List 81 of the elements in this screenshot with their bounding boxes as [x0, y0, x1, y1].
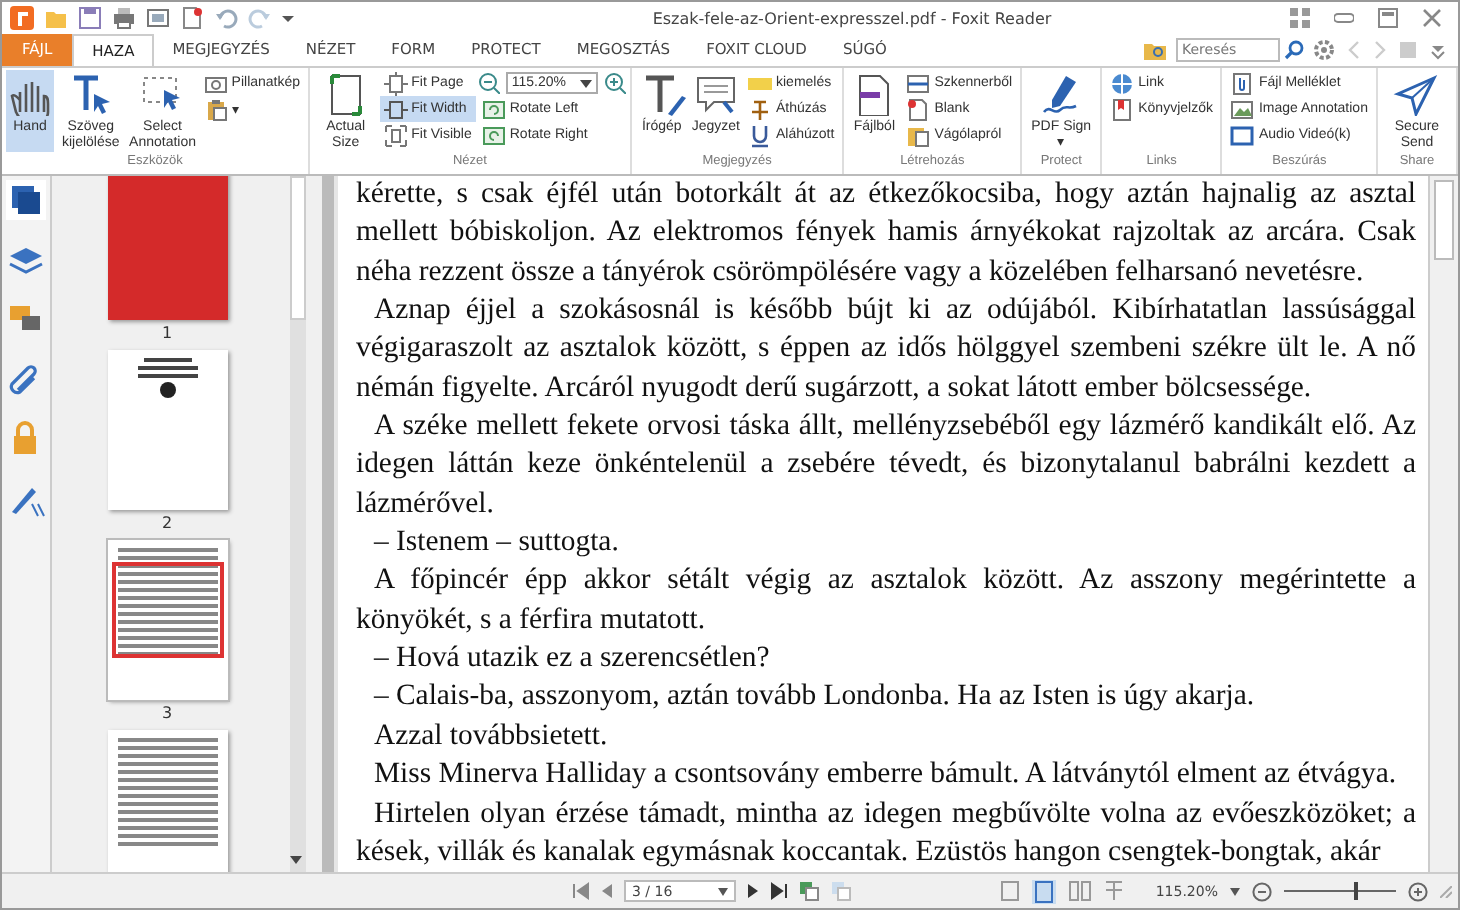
dropdown-caret-icon: [579, 77, 592, 89]
page-number: 2: [161, 514, 173, 532]
clipboard-icon: [203, 97, 228, 121]
text-line: idegen láttán keze önkéntelenül a zsebére tévedt, és bizonytalanul babrálni kezdett a: [356, 446, 1416, 485]
window-icon[interactable]: [146, 6, 170, 30]
facing-pages-icon[interactable]: [1067, 880, 1092, 902]
underline-icon: [748, 123, 772, 147]
text-line: kérette, s csak éjfél után botorkált át az étkezőkocsiba, hogy aztán hajnalig az asztal: [356, 176, 1416, 214]
page-number: 3: [161, 704, 173, 722]
rotate-left-icon: [481, 97, 506, 121]
page-thumbnail[interactable]: [107, 540, 227, 700]
fit-width-icon: [383, 97, 408, 121]
note-icon: [691, 72, 740, 116]
page-thumbnail[interactable]: [107, 350, 227, 510]
text-line: Hirtelen olyan érzése támadt, mintha az idegen megbűvölte volna az evőeszközöket; a: [372, 795, 1416, 833]
resize-grip-icon: [1440, 885, 1452, 897]
rotate-right-icon: [481, 123, 506, 147]
last-page-icon[interactable]: [770, 882, 788, 900]
text-line: – Istenem – suttogta.: [371, 524, 621, 563]
text-line: lázmérővel.: [356, 485, 496, 524]
print-icon[interactable]: [112, 6, 136, 30]
split-view-icon[interactable]: [1103, 880, 1124, 902]
text-line: mellett bóbiskoljon. Az elektromos fények hamis árnyékokat rajzoltak az arcára. Csak: [356, 214, 1416, 253]
text-line: végigaraszolt az asztalok között, s éppen az idős hölggyel szembeni székre ült le. A nő: [356, 330, 1416, 369]
page-number: 1: [161, 324, 173, 342]
text-line: – Hová utazik ez a szerencsétlen?: [371, 640, 772, 679]
video-icon: [1230, 123, 1255, 147]
scanner-icon: [906, 71, 931, 95]
text-line: néha rezzent össze a tányérok csörömpölésére vagy a közelében felharsanó nevetésre.: [356, 253, 1366, 292]
fit-page-icon: [383, 71, 408, 95]
zoom-in-icon[interactable]: [603, 72, 626, 94]
strikethrough-icon: [748, 97, 772, 121]
window-title: Eszak-fele-az-Orient-expresszel.pdf - Foxit Reader: [650, 9, 1054, 27]
document-icon[interactable]: [180, 6, 204, 30]
dropdown-caret-icon[interactable]: [1230, 887, 1240, 895]
zoom-out-icon[interactable]: [477, 72, 500, 94]
zoom-in-icon[interactable]: [1408, 881, 1428, 901]
close-icon[interactable]: [1422, 8, 1442, 28]
text-line: A főpincér épp akkor sétált végig az asztalok között. Az asszony megérintette a: [372, 562, 1416, 601]
text-line: – Calais-ba, asszonyom, aztán tovább Londonba. Ha az Isten is úgy akarja.: [371, 678, 1257, 717]
text-line: Miss Minerva Halliday a csontsovány emberre bámult. A látványtól elment az étvágya.: [372, 756, 1399, 795]
scroll-down-icon[interactable]: [290, 856, 302, 864]
clipboard-page-icon: [906, 123, 931, 147]
dropdown-caret-icon: [718, 887, 728, 895]
undo-icon[interactable]: [214, 6, 238, 30]
scrollbar[interactable]: [290, 176, 306, 872]
pages-icon[interactable]: [6, 180, 46, 220]
first-page-icon[interactable]: [572, 882, 590, 900]
save-icon[interactable]: [78, 6, 102, 30]
zoom-out-icon[interactable]: [1252, 881, 1272, 901]
settings-icon[interactable]: [1312, 38, 1336, 62]
continuous-page-icon[interactable]: [1031, 879, 1056, 903]
text-line: A széke mellett fekete orvosi táska állt, mellényzsebéből egy lázmérő kandikált elő. Az: [372, 408, 1416, 447]
previous-view-icon[interactable]: [798, 880, 820, 902]
text-line: Azzal továbbsietett.: [372, 717, 610, 756]
next-view-icon[interactable]: [830, 880, 852, 902]
text-line: kések, villák és kanalak egymásnak koccantak. Ezüstös hangon csengtek-bongtak, akár: [356, 833, 1383, 872]
text-line: könyökét, s a férfira mutatott.: [356, 601, 708, 640]
search-icon[interactable]: [1284, 40, 1304, 60]
collapse-ribbon-icon[interactable]: [1428, 40, 1448, 60]
text-line: némán figyelte. Arcáról nyugodt derű sugárzott, a sokat látott ember bölcsessége.: [356, 369, 1314, 408]
camera-icon: [203, 71, 228, 95]
minimize-icon[interactable]: [1334, 8, 1354, 28]
globe-link-icon: [1110, 71, 1135, 95]
page-thumbnail[interactable]: [107, 730, 227, 872]
bookmark-page-icon: [1110, 97, 1135, 121]
single-page-icon[interactable]: [999, 880, 1020, 902]
fit-visible-icon: [383, 123, 408, 147]
paperclip-page-icon: [1230, 71, 1255, 95]
search-folder-icon: [1144, 40, 1166, 60]
scrollbar[interactable]: [1428, 176, 1458, 872]
blank-page-icon: [906, 97, 931, 121]
next-page-icon[interactable]: [746, 882, 760, 900]
grid-icon[interactable]: [1290, 8, 1310, 28]
visible-area-frame: [111, 562, 223, 658]
maximize-icon[interactable]: [1378, 8, 1398, 28]
previous-page-icon[interactable]: [600, 882, 614, 900]
page-thumbnail[interactable]: [107, 176, 227, 320]
paper-plane-icon: [1392, 72, 1441, 116]
image-icon: [1230, 97, 1255, 121]
text-line: Aznap éjjel a szokásosnál is később bújt ki az odújából. Kibírhatatlan lassúsággal: [372, 292, 1416, 331]
